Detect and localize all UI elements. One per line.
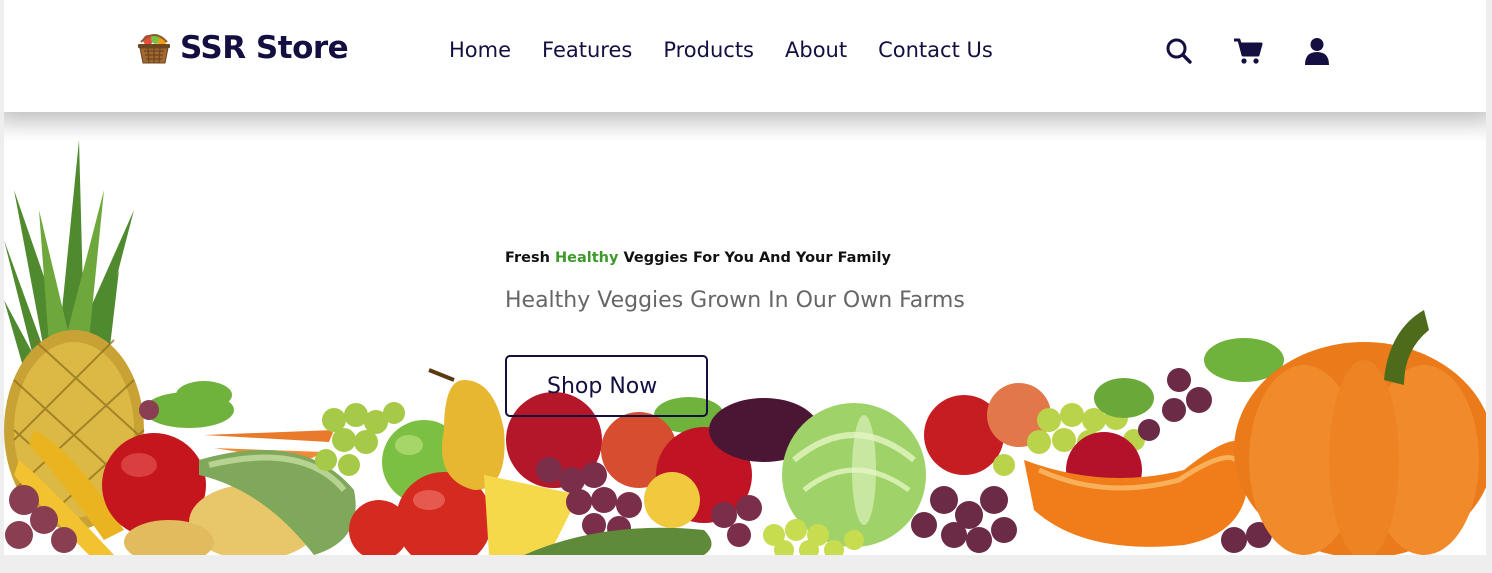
user-icon[interactable] — [1302, 36, 1332, 66]
header-icons — [1164, 36, 1371, 66]
hero-subtitle: Healthy Veggies Grown In Our Own Farms — [505, 288, 965, 313]
basket-icon — [138, 34, 170, 64]
page: SSR Store Home Features Products About C… — [4, 0, 1486, 555]
nav-contact[interactable]: Contact Us — [878, 38, 993, 62]
brand-name: SSR Store — [180, 30, 349, 66]
brand-logo[interactable]: SSR Store — [136, 30, 349, 66]
nav-products[interactable]: Products — [663, 38, 754, 62]
tagline-pre: Fresh — [505, 250, 555, 266]
nav-about[interactable]: About — [785, 38, 847, 62]
nav-home[interactable]: Home — [449, 38, 511, 62]
tagline-post: Veggies For You And Your Family — [618, 250, 891, 266]
tagline-highlight: Healthy — [554, 250, 619, 266]
hero-content: Fresh Healthy Veggies For You And Your F… — [505, 250, 965, 417]
hero-tagline: Fresh Healthy Veggies For You And Your F… — [505, 250, 965, 266]
search-icon[interactable] — [1164, 36, 1194, 66]
nav-features[interactable]: Features — [542, 38, 632, 62]
shop-now-button[interactable]: Shop Now — [505, 355, 708, 417]
site-header: SSR Store Home Features Products About C… — [4, 0, 1486, 112]
produce-banner-image — [4, 140, 1486, 555]
cart-icon[interactable] — [1233, 36, 1263, 66]
main-nav: Home Features Products About Contact Us — [449, 38, 1024, 62]
